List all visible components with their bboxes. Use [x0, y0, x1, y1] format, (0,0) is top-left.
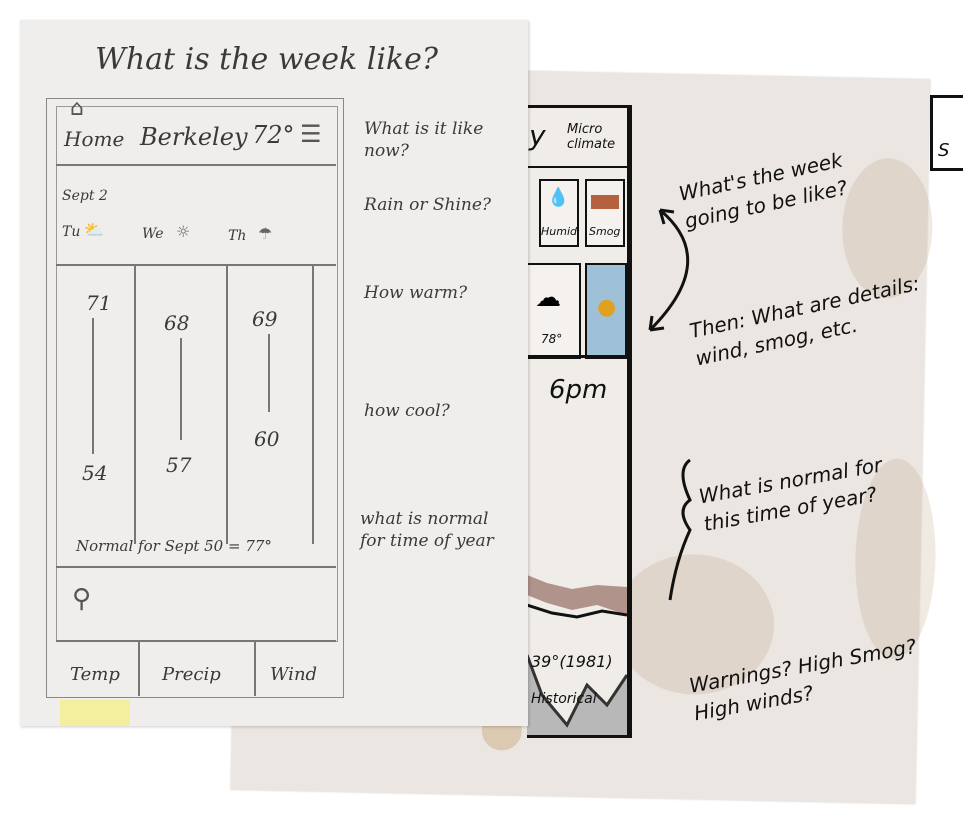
- annot-warm: How warm?: [364, 283, 468, 303]
- annot-cool: how cool?: [364, 401, 450, 421]
- rain-cloud-icon: ☂: [258, 224, 273, 243]
- tab-precip[interactable]: Precip: [162, 664, 221, 686]
- menu-icon[interactable]: ☰: [300, 120, 322, 148]
- normal-temp-text: Normal for Sept 50 = 77°: [76, 537, 272, 555]
- high-temp-tu: 71: [86, 291, 112, 315]
- day-label-we: We: [142, 226, 164, 242]
- low-temp-we: 57: [166, 453, 192, 477]
- brace: [668, 458, 692, 601]
- tab-divider: [138, 640, 140, 696]
- tab-divider: [254, 640, 256, 696]
- sun-icon: ☼: [176, 222, 191, 241]
- high-temp-th: 69: [252, 307, 278, 331]
- temp-range-bar-th: [268, 334, 270, 412]
- col-divider: [134, 264, 136, 544]
- normal-divider: [56, 566, 336, 568]
- day-label-th: Th: [228, 228, 247, 244]
- tab-wind[interactable]: Wind: [270, 664, 317, 686]
- sketch-title: What is the week like?: [95, 42, 438, 77]
- pencil-phone-inner: [56, 106, 338, 642]
- temp-range-bar-we: [180, 338, 182, 440]
- col-divider: [312, 264, 314, 544]
- days-divider: [56, 264, 336, 266]
- day-label-tu: Tu: [62, 224, 81, 240]
- annot-normal-front: what is normal for time of year: [360, 509, 494, 551]
- annot-rain-shine: Rain or Shine?: [364, 195, 492, 215]
- tab-temp[interactable]: Temp: [70, 664, 120, 686]
- temp-range-bar-tu: [92, 318, 94, 454]
- low-temp-th: 60: [254, 427, 280, 451]
- low-temp-tu: 54: [82, 461, 108, 485]
- high-temp-we: 68: [164, 311, 190, 335]
- current-temp: 72°: [252, 121, 295, 149]
- date-label: Sept 2: [62, 188, 108, 204]
- tabs-divider: [56, 640, 336, 642]
- header-divider: [56, 164, 336, 166]
- double-arrow: [648, 208, 690, 332]
- cloud-sun-icon: ⛅: [84, 220, 104, 239]
- home-icon[interactable]: ⌂: [70, 96, 84, 121]
- search-icon[interactable]: ⚲: [72, 584, 91, 614]
- city-label: Berkeley: [140, 123, 248, 151]
- annot-now: What is it like now?: [364, 119, 484, 161]
- col-divider: [226, 264, 228, 544]
- home-label[interactable]: Home: [64, 128, 124, 150]
- sticky-note-fragment: [60, 700, 130, 726]
